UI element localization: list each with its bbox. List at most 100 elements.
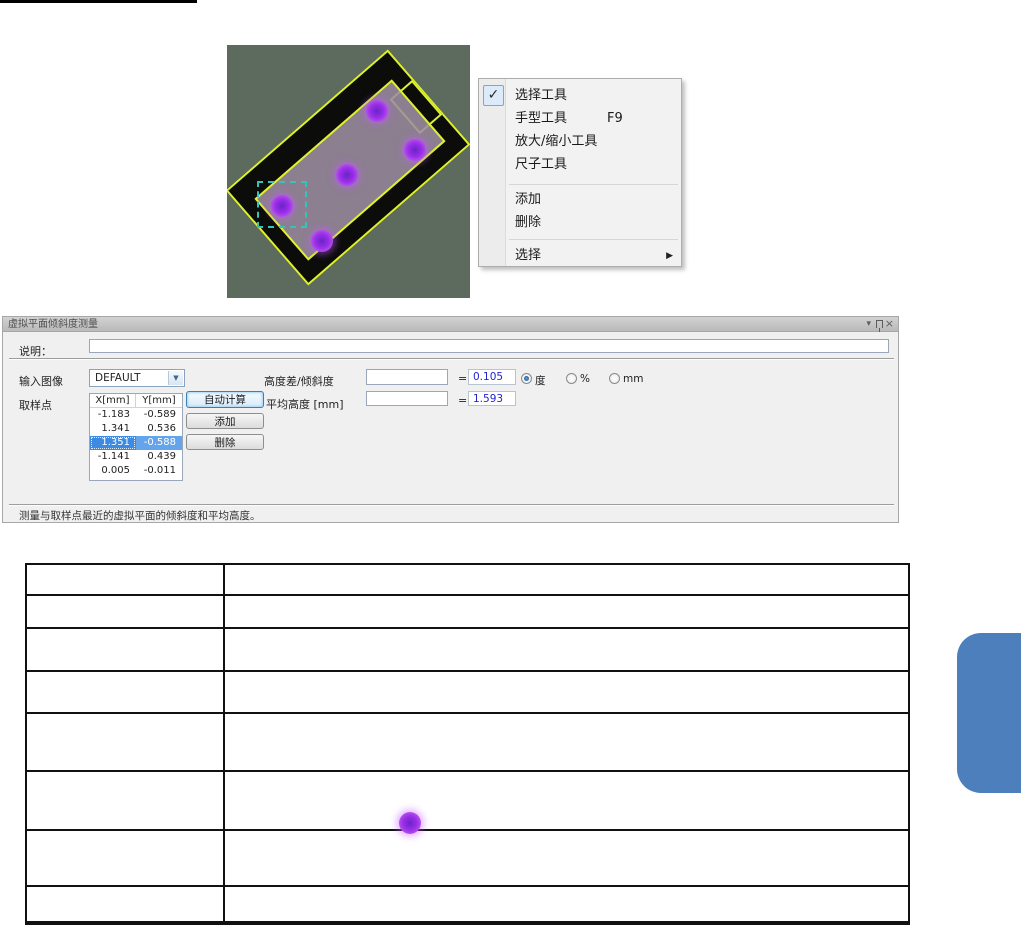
cell-y: -0.588 <box>136 436 182 450</box>
radio-degree[interactable] <box>521 373 532 384</box>
titlebar-dropdown-icon[interactable]: ▾ <box>866 317 871 332</box>
checkmark-icon: ✓ <box>483 85 504 106</box>
cell-x: 0.005 <box>101 465 130 476</box>
cell-y: 0.439 <box>147 451 176 462</box>
table-cell <box>225 672 908 712</box>
sample-points-table[interactable]: X[mm] Y[mm] -1.183 -0.589 1.341 0.536 1.… <box>89 393 183 481</box>
table-row[interactable]: -1.183 -0.589 <box>90 408 182 422</box>
measurement-image[interactable] <box>227 45 470 298</box>
height-diff-value: 0.105 <box>468 369 516 385</box>
separator <box>9 504 894 506</box>
equals-sign: = <box>458 394 468 407</box>
points-table-header: X[mm] Y[mm] <box>90 394 182 408</box>
status-text: 测量与取样点最近的虚拟平面的倾斜度和平均高度。 <box>19 510 261 522</box>
sample-point-dot[interactable] <box>404 139 426 161</box>
avg-height-value: 1.593 <box>468 391 516 406</box>
height-diff-input[interactable] <box>366 369 448 385</box>
sample-point-dot[interactable] <box>336 164 358 186</box>
cell-x: 1.351 <box>90 436 136 450</box>
sample-point-dot[interactable] <box>311 230 333 252</box>
menu-icon-gutter <box>479 79 506 266</box>
table-row-selected[interactable]: 1.351 -0.588 <box>90 436 182 450</box>
menu-item-add[interactable]: 添加 <box>515 190 541 210</box>
auto-calc-button[interactable]: 自动计算 <box>186 391 264 408</box>
cell-y: -0.589 <box>143 409 176 420</box>
menu-item-delete[interactable]: 删除 <box>515 213 541 233</box>
cell-x: 1.341 <box>101 423 130 434</box>
table-row <box>27 629 908 672</box>
menu-separator <box>509 239 678 240</box>
radio-mm[interactable] <box>609 373 620 384</box>
table-row[interactable]: 1.341 0.536 <box>90 422 182 436</box>
cell-y: -0.011 <box>143 465 176 476</box>
table-row[interactable]: -1.141 0.439 <box>90 450 182 464</box>
menu-item-hand-tool[interactable]: 手型工具 <box>515 109 567 129</box>
table-row[interactable]: 0.005 -0.011 <box>90 464 182 478</box>
menu-shortcut-f9: F9 <box>607 111 623 126</box>
radio-percent[interactable] <box>566 373 577 384</box>
table-cell <box>27 831 225 885</box>
submenu-arrow-icon: ▶ <box>666 251 673 261</box>
description-label: 说明： <box>19 345 52 358</box>
bookmark-tab[interactable] <box>957 633 1021 793</box>
table-cell <box>27 714 225 770</box>
input-image-label: 输入图像 <box>19 375 63 388</box>
separator <box>9 358 894 360</box>
menu-item-select-tool[interactable]: 选择工具 <box>515 86 567 106</box>
table-cell <box>225 714 908 770</box>
menu-item-zoom-tool[interactable]: 放大/缩小工具 <box>515 132 597 152</box>
table-cell <box>225 629 908 670</box>
radio-percent-label: % <box>580 373 590 385</box>
table-cell <box>225 565 908 594</box>
input-image-value: DEFAULT <box>95 372 141 384</box>
col-header-y: Y[mm] <box>142 395 176 406</box>
titlebar-pin-icon[interactable] <box>876 317 883 332</box>
table-row <box>27 565 908 596</box>
menu-item-ruler-tool[interactable]: 尺子工具 <box>515 155 567 175</box>
add-button[interactable]: 添加 <box>186 413 264 429</box>
table-cell <box>27 887 225 921</box>
description-input[interactable] <box>89 339 889 353</box>
heading-rule <box>0 0 197 3</box>
table-row <box>27 887 908 923</box>
selection-marquee[interactable] <box>257 181 307 228</box>
table-row <box>27 714 908 772</box>
table-cell <box>225 596 908 627</box>
avg-height-input[interactable] <box>366 391 448 406</box>
col-header-x: X[mm] <box>90 394 136 407</box>
titlebar-close-icon[interactable]: × <box>885 317 894 332</box>
dialog-titlebar[interactable]: 虚拟平面倾斜度测量 <box>3 317 898 332</box>
cell-x: -1.141 <box>97 451 130 462</box>
input-image-select[interactable]: DEFAULT ▼ <box>89 369 185 387</box>
purple-dot-image <box>399 812 421 834</box>
documentation-table <box>25 563 910 925</box>
menu-item-select[interactable]: 选择 <box>515 246 541 266</box>
table-cell <box>27 672 225 712</box>
delete-button[interactable]: 删除 <box>186 434 264 450</box>
table-cell <box>27 565 225 594</box>
sample-points-label: 取样点 <box>19 399 52 412</box>
table-row <box>27 596 908 629</box>
page: ✓ 选择工具 手型工具 F9 放大/缩小工具 尺子工具 添加 删除 选择 ▶ 虚… <box>0 0 1021 927</box>
radio-mm-label: mm <box>623 373 644 385</box>
table-row <box>27 772 908 831</box>
table-row <box>27 672 908 714</box>
table-cell <box>27 629 225 670</box>
table-row <box>27 831 908 887</box>
table-cell <box>27 772 225 829</box>
combo-arrow-icon[interactable]: ▼ <box>168 371 183 385</box>
table-cell <box>27 596 225 627</box>
cell-y: 0.536 <box>147 423 176 434</box>
menu-separator <box>509 184 678 185</box>
table-cell <box>225 831 908 885</box>
measurement-dialog: 虚拟平面倾斜度测量 ▾ × 说明： 输入图像 DEFAULT ▼ 高度差/倾斜度… <box>2 316 899 523</box>
height-diff-label: 高度差/倾斜度 <box>264 375 334 388</box>
avg-height-label: 平均高度 [mm] <box>266 398 344 411</box>
equals-sign: = <box>458 372 468 385</box>
context-menu: ✓ 选择工具 手型工具 F9 放大/缩小工具 尺子工具 添加 删除 选择 ▶ <box>478 78 682 267</box>
sample-point-dot[interactable] <box>366 100 388 122</box>
table-cell <box>225 772 908 829</box>
cell-x: -1.183 <box>97 409 130 420</box>
table-cell <box>225 887 908 921</box>
radio-degree-label: 度 <box>535 375 546 387</box>
